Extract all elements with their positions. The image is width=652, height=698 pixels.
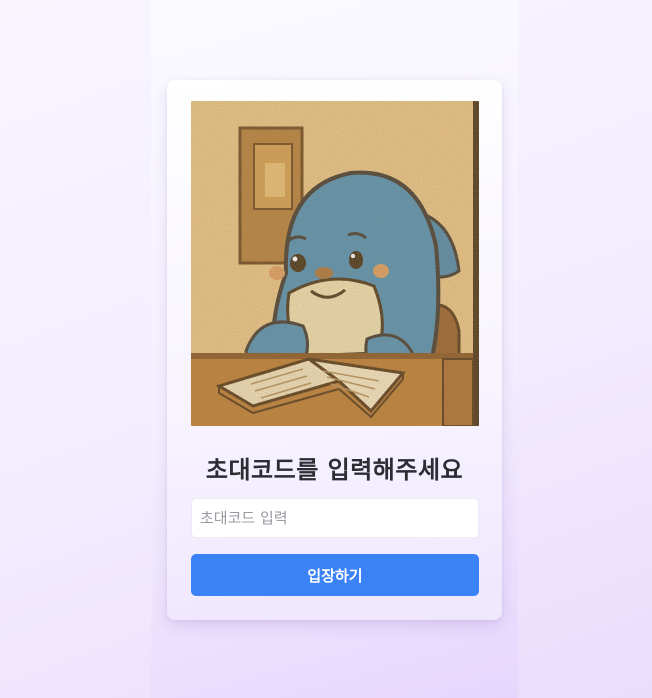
invite-code-input[interactable]: [191, 498, 479, 538]
mascot-illustration: [191, 101, 479, 426]
page-title: 초대코드를 입력해주세요: [205, 456, 464, 484]
enter-button[interactable]: 입장하기: [191, 554, 479, 596]
invite-card: 초대코드를 입력해주세요 입장하기: [167, 80, 502, 620]
